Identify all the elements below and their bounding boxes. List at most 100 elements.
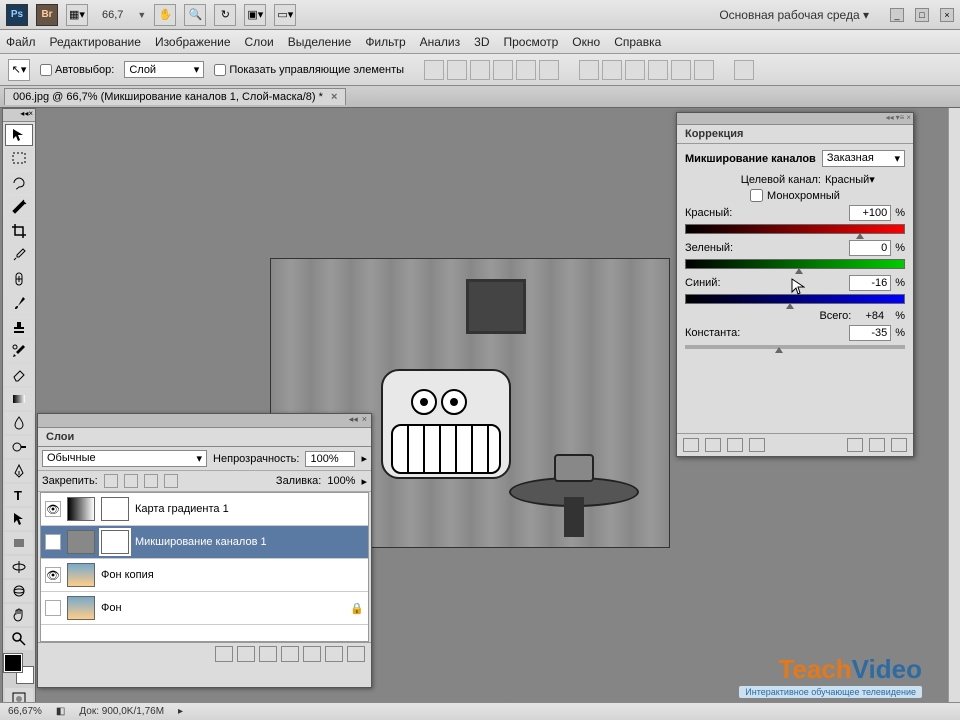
lock-transparency-icon[interactable] <box>104 474 118 488</box>
eyedropper-tool[interactable] <box>5 244 33 266</box>
zoom-icon[interactable]: 🔍 <box>184 4 206 26</box>
visibility-icon[interactable] <box>749 438 765 452</box>
align-btn[interactable] <box>493 60 513 80</box>
red-input[interactable]: +100 <box>849 205 891 221</box>
panel-menu-icon[interactable]: ▾≡ <box>896 113 905 124</box>
status-doc-size[interactable]: Док: 900,0K/1,76M <box>79 706 164 717</box>
crop-tool[interactable] <box>5 220 33 242</box>
adjustments-tab[interactable]: Коррекция <box>677 125 913 144</box>
monochrome-checkbox[interactable] <box>750 189 763 202</box>
constant-input[interactable]: -35 <box>849 325 891 341</box>
back-icon[interactable] <box>683 438 699 452</box>
menu-select[interactable]: Выделение <box>288 35 352 49</box>
reset-icon[interactable] <box>869 438 885 452</box>
arrange-icon[interactable]: ▣▾ <box>244 4 266 26</box>
status-zoom[interactable]: 66,67% <box>8 706 42 717</box>
layer-item[interactable]: 👁 Микширование каналов 1 <box>41 526 368 559</box>
layout-icon[interactable]: ▦▾ <box>66 4 88 26</box>
align-btn[interactable] <box>424 60 444 80</box>
healing-tool[interactable] <box>5 268 33 290</box>
layer-fx-icon[interactable] <box>237 646 255 662</box>
constant-slider[interactable] <box>685 345 905 349</box>
align-btn[interactable] <box>470 60 490 80</box>
distribute-btn[interactable] <box>625 60 645 80</box>
layer-item[interactable]: 👁 Фон копия <box>41 559 368 592</box>
lock-all-icon[interactable] <box>164 474 178 488</box>
fill-input[interactable]: 100% <box>327 475 355 487</box>
menu-analysis[interactable]: Анализ <box>420 35 461 49</box>
expand-icon[interactable] <box>705 438 721 452</box>
vertical-scrollbar[interactable] <box>948 108 960 702</box>
3d-rotate-tool[interactable] <box>5 556 33 578</box>
zoom-level[interactable]: 66,7 <box>102 9 123 21</box>
lock-pixels-icon[interactable] <box>124 474 138 488</box>
gradient-tool[interactable] <box>5 388 33 410</box>
type-tool[interactable]: T <box>5 484 33 506</box>
layer-mask-thumb[interactable] <box>101 497 129 521</box>
delete-icon[interactable] <box>891 438 907 452</box>
layer-mask-icon[interactable] <box>259 646 277 662</box>
distribute-btn[interactable] <box>694 60 714 80</box>
layer-mask-thumb[interactable] <box>101 530 129 554</box>
red-slider[interactable] <box>685 224 905 234</box>
distribute-btn[interactable] <box>579 60 599 80</box>
zoom-tool[interactable] <box>5 628 33 650</box>
clip-icon[interactable] <box>727 438 743 452</box>
history-brush-tool[interactable] <box>5 340 33 362</box>
collapse-icon[interactable]: ◂◂ <box>349 414 358 427</box>
menu-image[interactable]: Изображение <box>155 35 231 49</box>
close-button[interactable]: × <box>940 8 954 22</box>
foreground-color[interactable] <box>4 654 22 672</box>
layer-thumb[interactable] <box>67 596 95 620</box>
stamp-tool[interactable] <box>5 316 33 338</box>
auto-select-target[interactable]: Слой▾ <box>124 61 204 78</box>
layer-item[interactable]: Фон 🔒 <box>41 592 368 625</box>
bridge-logo-icon[interactable]: Br <box>36 4 58 26</box>
layer-thumb[interactable] <box>67 563 95 587</box>
blue-input[interactable]: -16 <box>849 275 891 291</box>
align-btn[interactable] <box>447 60 467 80</box>
auto-align-btn[interactable] <box>734 60 754 80</box>
auto-select-checkbox[interactable]: Автовыбор: <box>40 64 114 76</box>
menu-layer[interactable]: Слои <box>245 35 274 49</box>
status-icon[interactable]: ◧ <box>56 706 65 717</box>
3d-orbit-tool[interactable] <box>5 580 33 602</box>
lasso-tool[interactable] <box>5 172 33 194</box>
workspace-switcher[interactable]: Основная рабочая среда ▾ <box>709 8 879 22</box>
opacity-input[interactable]: 100% <box>305 451 355 467</box>
lock-position-icon[interactable] <box>144 474 158 488</box>
menu-3d[interactable]: 3D <box>474 35 489 49</box>
output-channel-select[interactable]: Красный▾ <box>825 173 905 186</box>
menu-help[interactable]: Справка <box>614 35 661 49</box>
fill-flyout-icon[interactable]: ▸ <box>361 475 367 488</box>
visibility-toggle[interactable]: 👁 <box>45 534 61 550</box>
hand-tool[interactable] <box>5 604 33 626</box>
delete-layer-icon[interactable] <box>347 646 365 662</box>
distribute-btn[interactable] <box>648 60 668 80</box>
shape-tool[interactable] <box>5 532 33 554</box>
layer-thumb[interactable] <box>67 497 95 521</box>
wand-tool[interactable] <box>5 196 33 218</box>
menu-window[interactable]: Окно <box>572 35 600 49</box>
show-transform-checkbox[interactable]: Показать управляющие элементы <box>214 64 404 76</box>
dodge-tool[interactable] <box>5 436 33 458</box>
previous-state-icon[interactable] <box>847 438 863 452</box>
color-swatches[interactable] <box>4 654 34 684</box>
document-tab[interactable]: 006.jpg @ 66,7% (Микширование каналов 1,… <box>4 88 346 105</box>
menu-file[interactable]: Файл <box>6 35 36 49</box>
distribute-btn[interactable] <box>602 60 622 80</box>
menu-filter[interactable]: Фильтр <box>365 35 405 49</box>
new-layer-icon[interactable] <box>325 646 343 662</box>
distribute-btn[interactable] <box>671 60 691 80</box>
close-icon[interactable]: × <box>906 113 911 124</box>
move-tool[interactable] <box>5 124 33 146</box>
align-btn[interactable] <box>539 60 559 80</box>
green-input[interactable]: 0 <box>849 240 891 256</box>
opacity-flyout-icon[interactable]: ▸ <box>361 452 367 465</box>
menu-view[interactable]: Просмотр <box>503 35 558 49</box>
path-select-tool[interactable] <box>5 508 33 530</box>
screen-mode-icon[interactable]: ▭▾ <box>274 4 296 26</box>
marquee-tool[interactable] <box>5 148 33 170</box>
status-flyout-icon[interactable]: ▸ <box>178 706 183 717</box>
layer-item[interactable]: 👁 Карта градиента 1 <box>41 493 368 526</box>
